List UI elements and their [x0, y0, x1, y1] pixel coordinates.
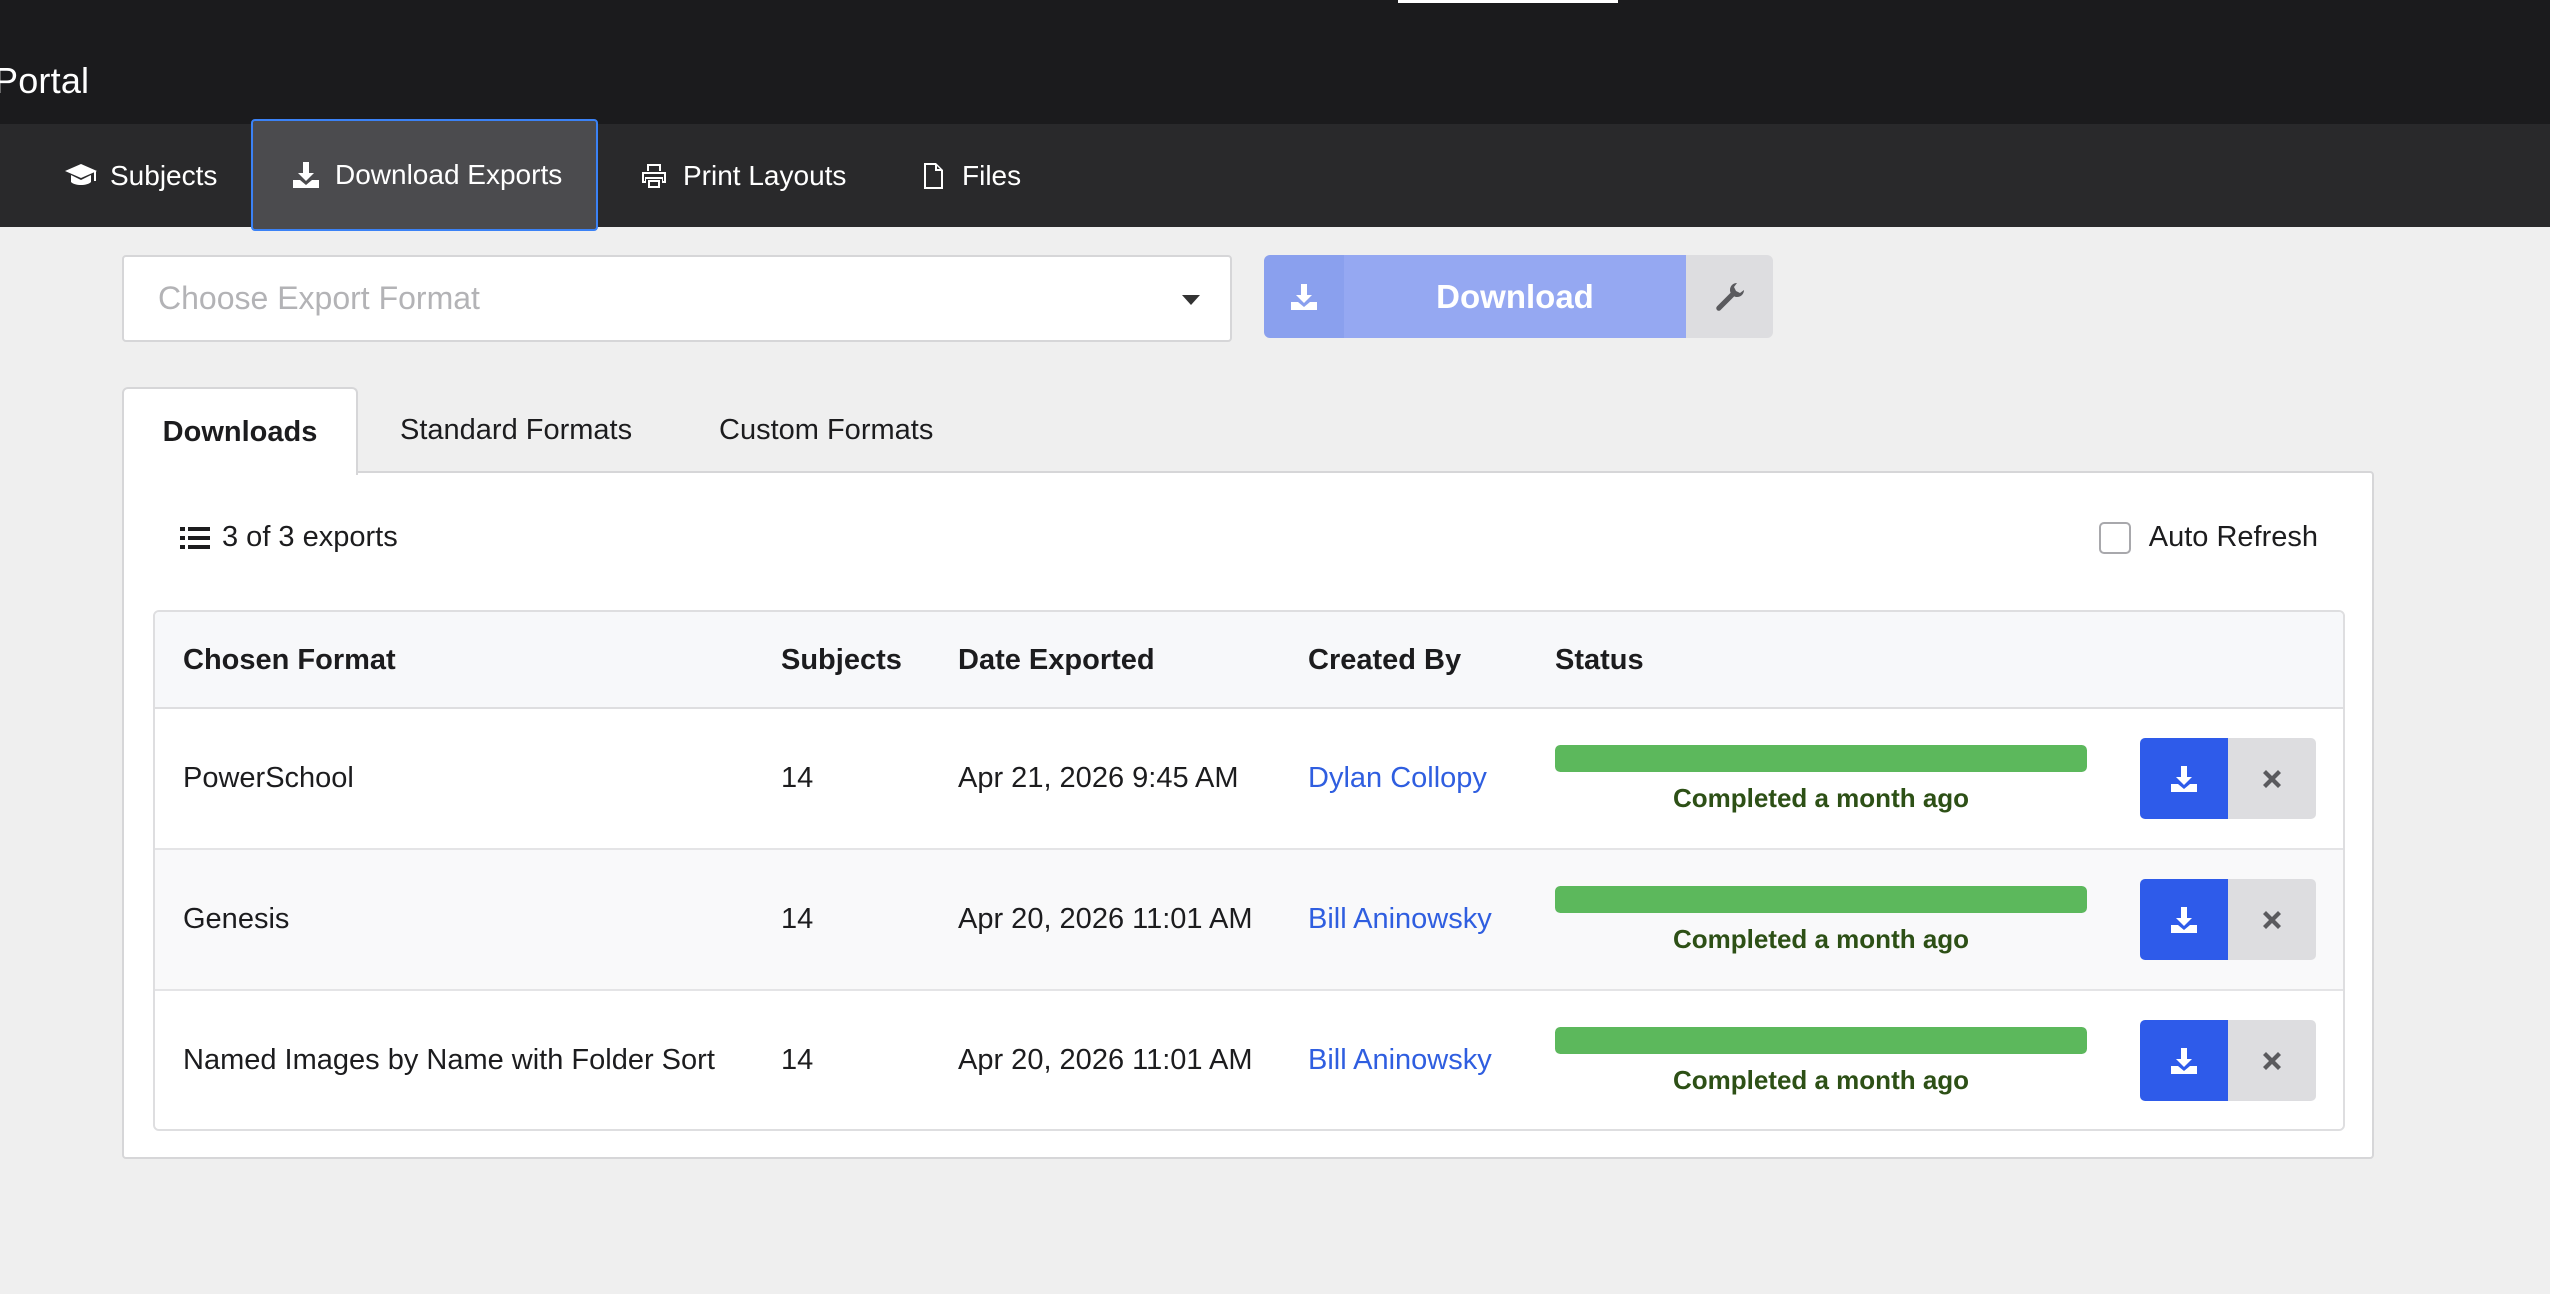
- wrench-icon: [1715, 282, 1744, 311]
- download-icon: [293, 162, 319, 188]
- close-icon: [2263, 910, 2281, 929]
- auto-refresh-label: Auto Refresh: [2148, 521, 2318, 553]
- close-icon: [2263, 769, 2281, 788]
- chevron-down-icon: [1182, 295, 1200, 305]
- download-button[interactable]: Download: [1344, 255, 1686, 338]
- list-icon: [180, 526, 210, 549]
- nav-item-subjects-label: Subjects: [110, 159, 218, 191]
- table-row: Named Images by Name with Folder Sort 14…: [155, 991, 2343, 1129]
- close-icon: [2263, 1051, 2281, 1070]
- status-text: Completed a month ago: [1672, 783, 1970, 813]
- row-download-button[interactable]: [2140, 1020, 2228, 1101]
- status-cell: Completed a month ago: [1555, 886, 2087, 955]
- row-download-button[interactable]: [2140, 738, 2228, 819]
- progress-bar: [1555, 745, 2087, 772]
- nav-item-files[interactable]: Files: [916, 124, 1021, 227]
- cell-date: Apr 20, 2026 11:01 AM: [958, 1044, 1253, 1076]
- tab-custom-formats[interactable]: Custom Formats: [719, 387, 933, 473]
- status-text: Completed a month ago: [1672, 1065, 1970, 1095]
- row-delete-button[interactable]: [2228, 738, 2316, 819]
- nav-item-subjects[interactable]: Subjects: [64, 124, 217, 227]
- cell-format: Genesis: [183, 903, 290, 935]
- column-header-date-exported: Date Exported: [958, 644, 1155, 676]
- cell-format: PowerSchool: [183, 762, 354, 794]
- nav-item-files-label: Files: [962, 159, 1022, 191]
- auto-refresh-checkbox[interactable]: [2098, 521, 2131, 554]
- settings-wrench-button[interactable]: [1686, 255, 1773, 338]
- header-accent-line: [1398, 0, 1618, 3]
- progress-bar: [1555, 1027, 2087, 1054]
- table-header: Chosen Format Subjects Date Exported Cre…: [155, 612, 2343, 709]
- auto-refresh: Auto Refresh: [2098, 521, 2318, 554]
- download-button-group: Download: [1264, 255, 1773, 338]
- row-download-button[interactable]: [2140, 879, 2228, 960]
- row-actions: [2140, 738, 2316, 819]
- row-delete-button[interactable]: [2228, 879, 2316, 960]
- status-cell: Completed a month ago: [1555, 745, 2087, 814]
- download-icon: [1291, 283, 1317, 310]
- column-header-subjects: Subjects: [781, 644, 902, 676]
- export-count: 3 of 3 exports: [180, 521, 398, 554]
- column-header-status: Status: [1555, 644, 1644, 676]
- tab-standard-formats[interactable]: Standard Formats: [400, 387, 632, 473]
- cell-subjects: 14: [781, 762, 814, 794]
- tab-downloads[interactable]: Downloads: [122, 387, 358, 475]
- download-icon: [2171, 765, 2197, 792]
- graduation-cap-icon: [65, 163, 97, 185]
- cell-date: Apr 20, 2026 11:01 AM: [958, 903, 1253, 935]
- download-icon: [2171, 906, 2197, 933]
- top-header: Portal: [0, 0, 2550, 124]
- cell-created-by-link[interactable]: Bill Aninowsky: [1308, 850, 1492, 989]
- brand-title: Portal: [0, 60, 90, 101]
- progress-bar: [1555, 886, 2087, 913]
- download-icon: [2171, 1047, 2197, 1074]
- cell-date: Apr 21, 2026 9:45 AM: [958, 762, 1239, 794]
- row-actions: [2140, 879, 2316, 960]
- progress-fill: [1555, 745, 2087, 772]
- table-row: PowerSchool 14 Apr 21, 2026 9:45 AM Dyla…: [155, 709, 2343, 850]
- nav-item-print-layouts[interactable]: Print Layouts: [637, 124, 846, 227]
- cell-format: Named Images by Name with Folder Sort: [183, 1044, 715, 1076]
- column-header-chosen-format: Chosen Format: [183, 644, 396, 676]
- column-header-created-by: Created By: [1308, 644, 1462, 676]
- nav-bar: Subjects Download Exports Print Layouts …: [0, 119, 2550, 231]
- export-format-select[interactable]: Choose Export Format: [122, 255, 1232, 342]
- export-format-placeholder: Choose Export Format: [158, 280, 480, 316]
- cell-subjects: 14: [781, 1044, 814, 1076]
- cell-created-by-link[interactable]: Bill Aninowsky: [1308, 991, 1492, 1129]
- nav-item-print-layouts-label: Print Layouts: [683, 159, 847, 191]
- row-actions: [2140, 1020, 2316, 1101]
- export-count-text: 3 of 3 exports: [222, 521, 398, 553]
- status-cell: Completed a month ago: [1555, 1027, 2087, 1096]
- nav-item-download-exports-label: Download Exports: [335, 159, 563, 190]
- nav-item-download-exports[interactable]: Download Exports: [251, 119, 599, 231]
- cell-created-by-link[interactable]: Dylan Collopy: [1308, 709, 1487, 848]
- table-row: Genesis 14 Apr 20, 2026 11:01 AM Bill An…: [155, 850, 2343, 991]
- printer-icon: [642, 163, 666, 188]
- progress-fill: [1555, 1027, 2087, 1054]
- status-text: Completed a month ago: [1672, 924, 1970, 954]
- downloads-panel: 3 of 3 exports Auto Refresh Chosen Forma…: [122, 471, 2374, 1159]
- progress-fill: [1555, 886, 2087, 913]
- exports-table: Chosen Format Subjects Date Exported Cre…: [153, 610, 2345, 1131]
- cell-subjects: 14: [781, 903, 814, 935]
- row-delete-button[interactable]: [2228, 1020, 2316, 1101]
- file-icon: [924, 162, 943, 189]
- download-icon-button[interactable]: [1264, 255, 1344, 338]
